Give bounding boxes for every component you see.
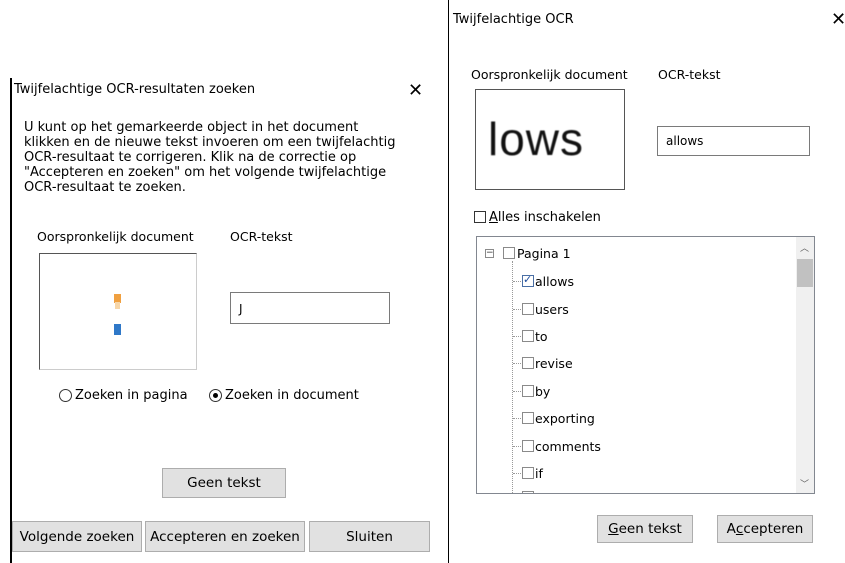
original-document-label: Oorspronkelijk document	[37, 229, 194, 244]
doubtful-ocr-dialog: Twijfelachtige OCR ✕ Oorspronkelijk docu…	[448, 0, 845, 563]
dialog-title: Twijfelachtige OCR-resultaten zoeken	[14, 82, 256, 97]
instruction-line: OCR-resultaat te corrigeren. Klik na de …	[24, 150, 357, 165]
accept-mnemonic: c	[735, 521, 744, 537]
chevron-up-icon[interactable]: ︿	[800, 241, 809, 254]
instruction-line: U kunt op het gemarkeerde object in het …	[24, 120, 359, 135]
no-text-mnemonic: G	[608, 521, 619, 537]
enable-all-text: lles inschakelen	[497, 210, 601, 225]
ocr-text-input[interactable]: allows	[657, 126, 810, 156]
ocr-search-dialog: Twijfelachtige OCR-resultaten zoeken ✕ U…	[10, 78, 437, 563]
preview-mark-blue	[114, 324, 121, 335]
tree-item-label[interactable]: by	[535, 384, 550, 399]
chevron-down-icon[interactable]: ﹀	[800, 477, 809, 490]
original-document-label: Oorspronkelijk document	[471, 67, 628, 82]
accept-and-find-button[interactable]: Accepteren en zoeken	[145, 521, 305, 552]
tree-item-checkbox[interactable]	[522, 491, 534, 493]
search-document-radio[interactable]	[209, 389, 222, 402]
word-tree-view[interactable]: − Pagina 1 allows users to revise by exp…	[476, 236, 815, 494]
instructions-text: U kunt op het gemarkeerde object in het …	[24, 120, 434, 195]
tree-item-label[interactable]: users	[535, 302, 569, 317]
ocr-text-label: OCR-tekst	[230, 229, 293, 244]
tree-item-label[interactable]: comments	[535, 439, 601, 454]
original-document-preview	[39, 253, 197, 370]
search-document-label[interactable]: Zoeken in document	[225, 388, 359, 403]
search-page-label[interactable]: Zoeken in pagina	[75, 388, 188, 403]
tree-item-label[interactable]: to	[535, 329, 548, 344]
vertical-scrollbar[interactable]: ︿ ﹀	[796, 237, 814, 493]
minus-box-icon[interactable]: −	[485, 249, 494, 258]
accept-label-rest: cepteren	[743, 521, 804, 537]
tree-item-checkbox[interactable]	[522, 303, 534, 315]
accept-button[interactable]: Ac cepteren	[717, 515, 813, 543]
enable-all-checkbox[interactable]	[474, 211, 486, 223]
preview-mark-light	[115, 302, 120, 309]
tree-item-checkbox[interactable]	[522, 412, 534, 424]
tree-item-checkbox[interactable]	[522, 357, 534, 369]
tree-connector	[513, 473, 521, 474]
no-text-label: een tekst	[618, 521, 682, 537]
tree-guide-line	[512, 261, 513, 493]
tree-item-label[interactable]: revise	[535, 356, 573, 371]
search-page-radio[interactable]	[59, 389, 72, 402]
close-icon[interactable]: ✕	[831, 11, 845, 29]
tree-connector	[513, 336, 521, 337]
tree-connector	[513, 418, 521, 419]
page-checkbox[interactable]	[503, 247, 515, 259]
tree-item-checkbox[interactable]	[522, 440, 534, 452]
accept-label-start: A	[726, 521, 736, 537]
tree-connector	[513, 309, 521, 310]
no-text-button[interactable]: Geen tekst	[597, 515, 693, 543]
instruction-line: klikken en de nieuwe tekst invoeren om e…	[24, 135, 396, 150]
tree-item-checkbox[interactable]	[522, 385, 534, 397]
ocr-text-input[interactable]: J	[230, 292, 390, 324]
tree-item-checkbox[interactable]	[522, 467, 534, 479]
tree-connector	[513, 363, 521, 364]
tree-item-label[interactable]: exporting	[535, 411, 595, 426]
tree-connector	[513, 391, 521, 392]
tree-item-checkbox[interactable]	[522, 273, 534, 287]
scrollbar-thumb[interactable]	[797, 259, 813, 287]
ocr-text-label: OCR-tekst	[658, 67, 721, 82]
close-button[interactable]: Sluiten	[309, 521, 430, 552]
close-icon[interactable]: ✕	[408, 82, 423, 100]
original-document-preview: lows	[475, 89, 625, 190]
tree-root-label[interactable]: Pagina 1	[517, 246, 571, 261]
tree-item-checkbox[interactable]	[522, 330, 534, 342]
instruction-line: "Accepteren en zoeken" om het volgende t…	[24, 165, 387, 180]
enable-all-label[interactable]: Alles inschakelen	[489, 210, 601, 225]
enable-all-mnemonic: A	[489, 210, 498, 225]
tree-connector	[513, 446, 521, 447]
tree-item-label[interactable]: allows	[535, 274, 574, 289]
tree-item-label[interactable]: if	[535, 466, 543, 481]
tree-connector	[513, 281, 521, 282]
no-text-button[interactable]: Geen tekst	[162, 468, 286, 498]
preview-word: lows	[488, 113, 585, 165]
find-next-button[interactable]: Volgende zoeken	[12, 521, 142, 552]
instruction-line: OCR-resultaat te zoeken.	[24, 180, 186, 195]
dialog-title: Twijfelachtige OCR	[453, 12, 574, 27]
